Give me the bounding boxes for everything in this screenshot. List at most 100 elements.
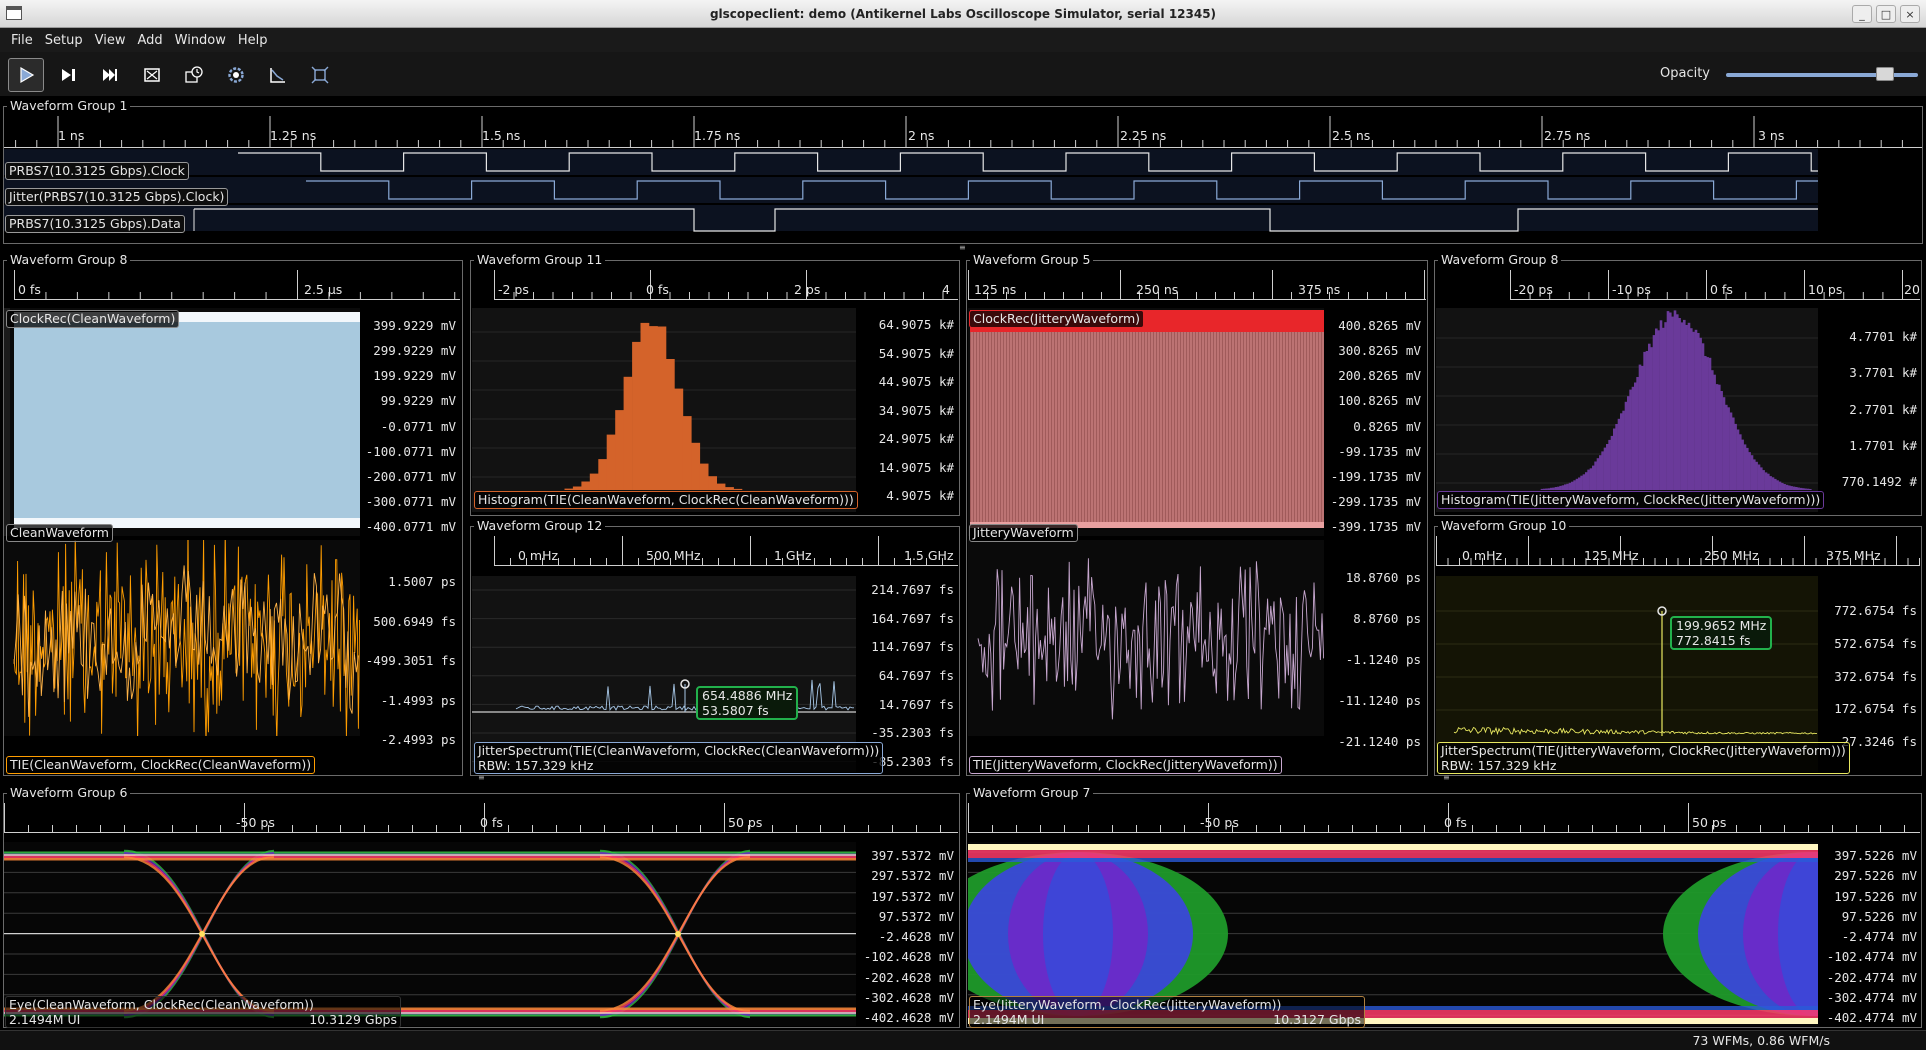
menu-setup[interactable]: Setup	[40, 31, 88, 50]
force-trigger-button[interactable]	[92, 58, 128, 92]
histogram-bar	[1713, 374, 1716, 490]
tie-clean-plot[interactable]	[4, 540, 360, 736]
channel-label-clock[interactable]: PRBS7(10.3125 Gbps).Clock	[5, 162, 189, 180]
histogram-bar	[1781, 482, 1784, 490]
histogram-bar	[1802, 488, 1805, 490]
y-axis-label: 0.8265 mV	[1353, 418, 1421, 434]
menu-help[interactable]: Help	[233, 31, 273, 50]
menu-view[interactable]: View	[90, 31, 131, 50]
histogram-bar	[691, 442, 701, 490]
group-title: Waveform Group 8	[1438, 252, 1562, 267]
time-ruler[interactable]: -2 ps 0 fs 2 ps 4	[494, 270, 958, 300]
y-axis-label: 54.9075 k#	[878, 345, 954, 361]
time-ruler[interactable]: 0 fs 2.5 µs	[14, 270, 460, 300]
histogram-bar	[623, 376, 633, 490]
channel-label[interactable]: Histogram(TIE(JitteryWaveform, ClockRec(…	[1437, 491, 1825, 509]
tie-jittery-plot[interactable]	[968, 540, 1324, 736]
channel-label[interactable]: JitterSpectrum(TIE(CleanWaveform, ClockR…	[474, 742, 884, 774]
histogram-bar	[1657, 330, 1660, 490]
minimize-button[interactable]: _	[1852, 5, 1872, 23]
marker-frequency: 199.9652 MHz	[1676, 618, 1767, 633]
history-button[interactable]	[176, 58, 212, 92]
frequency-ruler[interactable]: 0 mHz 125 MHz 250 MHz 375 MHz	[1436, 536, 1920, 566]
tie-jittery-waveform	[968, 540, 1324, 736]
histogram-bar	[1559, 485, 1562, 490]
clear-sweeps-button[interactable]	[260, 58, 296, 92]
maximize-button[interactable]: □	[1876, 5, 1896, 23]
clockrec-jittery-plot[interactable]	[968, 308, 1324, 536]
histogram-bar	[1753, 459, 1756, 490]
y-axis-label: -1.1240 ps	[1345, 652, 1421, 667]
frequency-ruler[interactable]: 0 mHz 500 MHz 1 GHz 1.5 GHz	[494, 536, 958, 566]
channel-label[interactable]: ClockRec(CleanWaveform)	[6, 310, 180, 328]
histogram-jittery-bars	[1436, 310, 1818, 490]
channel-label[interactable]: Histogram(TIE(CleanWaveform, ClockRec(Cl…	[474, 491, 858, 509]
channel-label[interactable]: TIE(JitteryWaveform, ClockRec(JitteryWav…	[969, 756, 1282, 774]
time-ruler[interactable]: -50 ps 0 fs 50 ps	[968, 803, 1920, 833]
refresh-button[interactable]	[218, 58, 254, 92]
histogram-bar	[1629, 389, 1632, 490]
tick-label: 0 fs	[480, 815, 503, 830]
tick-label: 50 ps	[728, 815, 763, 830]
histogram-bar	[1701, 343, 1705, 490]
y-axis-label: -1.4993 ps	[380, 692, 456, 708]
tick-label: 3 ns	[1758, 128, 1785, 143]
y-axis-label: -402.4628 mV	[863, 1010, 954, 1025]
stop-trigger-button[interactable]	[134, 58, 170, 92]
group-title: Waveform Group 6	[7, 785, 131, 800]
spectrum-marker[interactable]: 654.4886 MHz 53.5807 fs	[696, 686, 799, 720]
opacity-slider-handle[interactable]	[1876, 67, 1895, 81]
histogram-bar	[1785, 484, 1789, 490]
spectrum-marker[interactable]: 199.9652 MHz 772.8415 fs	[1670, 616, 1773, 650]
histogram-bar	[1585, 472, 1588, 490]
skip-icon	[103, 69, 117, 81]
fullscreen-button[interactable]	[302, 58, 338, 92]
histogram-bar	[1610, 435, 1614, 490]
close-button[interactable]: ×	[1900, 5, 1920, 23]
time-ruler[interactable]: 125 ns 250 ns 375 ns	[968, 270, 1426, 300]
channel-label[interactable]: Eye(JitteryWaveform, ClockRec(JitteryWav…	[969, 996, 1365, 1028]
y-axis-label: 197.5372 mV	[871, 888, 954, 904]
stop-icon	[144, 68, 160, 82]
channel-label[interactable]: JitteryWaveform	[969, 524, 1078, 542]
histogram-jittery-plot[interactable]	[1436, 308, 1818, 512]
histogram-bar	[1671, 316, 1674, 490]
tick-label: -50 ps	[1200, 815, 1239, 830]
channel-label[interactable]: Eye(CleanWaveform, ClockRec(CleanWavefor…	[5, 996, 401, 1028]
single-trigger-button[interactable]	[51, 58, 87, 92]
histogram-bar	[1760, 467, 1763, 490]
histogram-bar	[1757, 464, 1761, 490]
splitter-handle[interactable]: ≡	[959, 243, 967, 252]
y-axis-label: 164.7697 fs	[871, 610, 954, 626]
channel-label[interactable]: ClockRec(JitteryWaveform)	[969, 310, 1145, 328]
channel-label-jitter-clock[interactable]: Jitter(PRBS7(10.3125 Gbps).Clock)	[5, 188, 229, 206]
splitter-handle[interactable]: ≡	[1443, 773, 1451, 782]
y-axis-label: 18.8760 ps	[1345, 570, 1421, 585]
time-ruler[interactable]: 1 ns 1.25 ns 1.5 ns 1.75 ns 2 ns 2.25 ns…	[4, 116, 1922, 148]
clockrec-clean-plot[interactable]	[4, 308, 360, 536]
time-ruler[interactable]: -50 ps 0 fs 50 ps	[4, 803, 958, 833]
histogram-bar	[1706, 357, 1709, 490]
time-ruler[interactable]: -20 ps -10 ps 0 fs 10 ps 20	[1510, 270, 1920, 300]
menu-file[interactable]: File	[6, 31, 38, 50]
histogram-bar	[1571, 481, 1574, 490]
histogram-bar	[1557, 486, 1560, 490]
channel-label-data[interactable]: PRBS7(10.3125 Gbps).Data	[5, 215, 185, 233]
channel-label[interactable]: JitterSpectrum(TIE(JitteryWaveform, Cloc…	[1437, 742, 1850, 774]
splitter-handle[interactable]: ≡	[478, 773, 486, 782]
start-trigger-button[interactable]	[8, 58, 44, 92]
tick-label: 2.75 ns	[1544, 128, 1591, 143]
histogram-bar	[733, 488, 743, 490]
histogram-clean-plot[interactable]	[472, 308, 856, 512]
histogram-bar	[1708, 357, 1712, 490]
histogram-bar	[1554, 487, 1558, 490]
y-axis-label: -2.4774 mV	[1841, 929, 1917, 944]
digital-plot[interactable]	[4, 149, 1918, 233]
histogram-bar	[1648, 343, 1651, 490]
bit-rate: 10.3127 Gbps	[1273, 1012, 1361, 1027]
menu-window[interactable]: Window	[170, 31, 231, 50]
channel-label[interactable]: TIE(CleanWaveform, ClockRec(CleanWavefor…	[6, 756, 316, 774]
channel-label[interactable]: CleanWaveform	[6, 524, 113, 542]
histogram-bar	[1725, 404, 1728, 490]
menu-add[interactable]: Add	[132, 31, 167, 50]
